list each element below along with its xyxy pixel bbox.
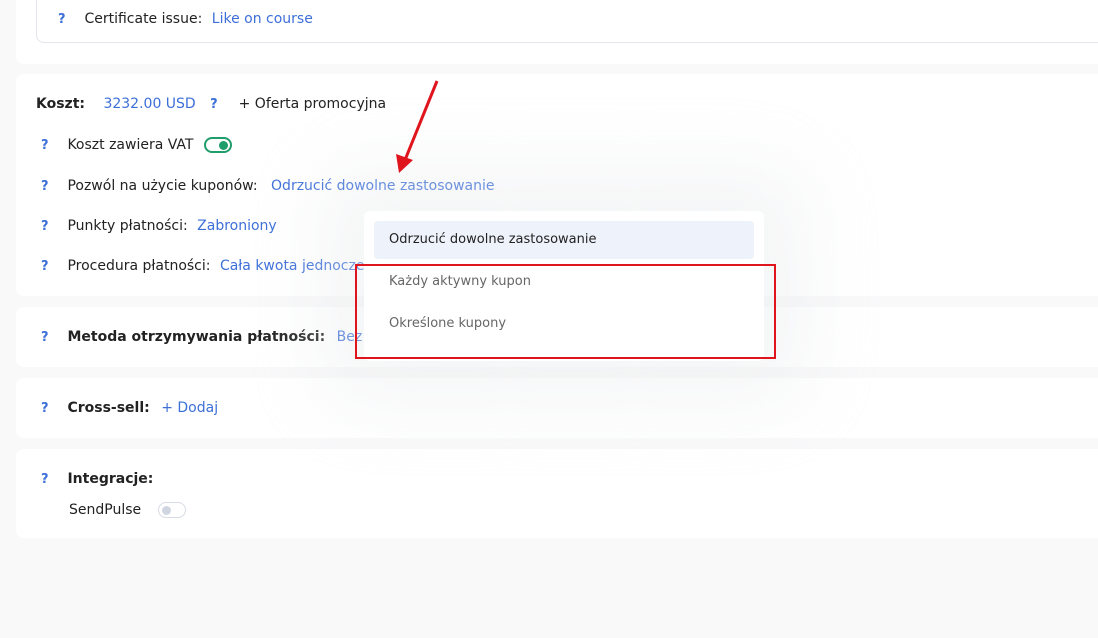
help-icon[interactable]: ? (58, 12, 72, 27)
help-icon[interactable]: ? (41, 138, 55, 153)
payment-points-label: Punkty płatności: (67, 218, 188, 234)
certificate-label: Certificate issue: (84, 11, 203, 27)
help-icon[interactable]: ? (41, 330, 55, 345)
promo-offer-button[interactable]: + Oferta promocyjna (239, 96, 386, 112)
help-icon[interactable]: ? (41, 219, 55, 234)
cross-sell-label: Cross-sell: (67, 400, 150, 416)
help-icon[interactable]: ? (41, 472, 55, 487)
cross-sell-card: ? Cross-sell: + Dodaj (16, 378, 1098, 438)
help-icon[interactable]: ? (41, 401, 55, 416)
vat-label: Koszt zawiera VAT (67, 137, 194, 153)
sendpulse-toggle[interactable] (157, 502, 186, 518)
cost-label: Koszt: (36, 96, 85, 112)
coupon-label: Pozwól na użycie kuponów: (67, 178, 258, 194)
certificate-card: ? Certificate issue: Like on course (16, 0, 1098, 64)
annotation-highlight-box (355, 264, 776, 359)
cost-amount-link[interactable]: 3232.00 USD (103, 96, 195, 112)
integrations-label: Integracje: (67, 471, 154, 487)
help-icon[interactable]: ? (41, 259, 55, 274)
payment-points-link[interactable]: Zabroniony (197, 218, 277, 234)
payment-procedure-label: Procedura płatności: (67, 258, 211, 274)
help-icon[interactable]: ? (41, 179, 55, 194)
cross-sell-add-link[interactable]: + Dodaj (161, 400, 218, 416)
integrations-card: ? Integracje: SendPulse (16, 449, 1098, 538)
coupon-select-link[interactable]: Odrzucić dowolne zastosowanie (271, 178, 494, 194)
sendpulse-label: SendPulse (69, 502, 142, 518)
vat-toggle[interactable] (203, 137, 232, 153)
payment-method-label: Metoda otrzymywania płatności: (67, 329, 326, 345)
certificate-value-link[interactable]: Like on course (212, 11, 313, 27)
coupon-option-reject[interactable]: Odrzucić dowolne zastosowanie (374, 221, 754, 259)
help-icon[interactable]: ? (210, 97, 224, 112)
